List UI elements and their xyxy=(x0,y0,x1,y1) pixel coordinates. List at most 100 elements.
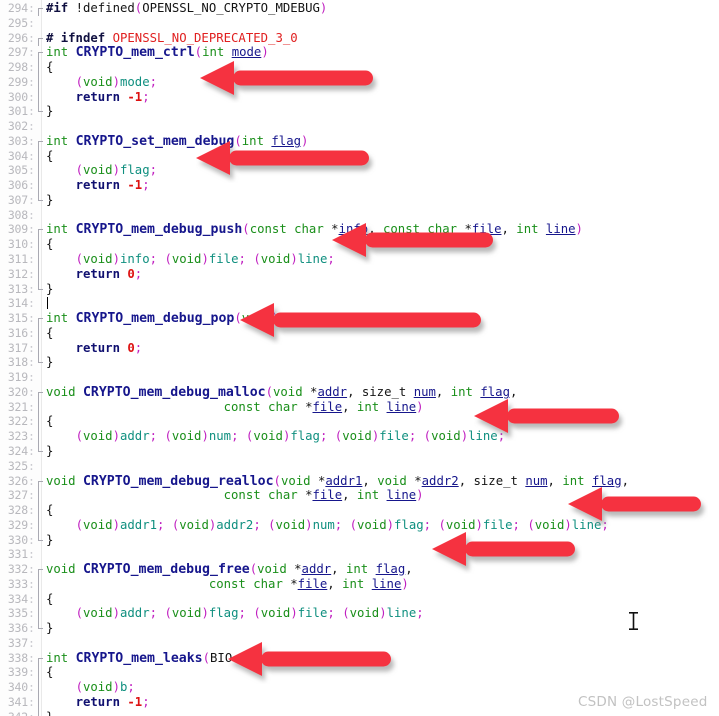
code-text[interactable]: { xyxy=(45,592,719,607)
code-text[interactable]: (void)addr1; (void)addr2; (void)num; (vo… xyxy=(45,518,719,533)
code-text[interactable]: void CRYPTO_mem_debug_malloc(void *addr,… xyxy=(45,385,719,401)
code-line[interactable]: 300: return -1; xyxy=(0,89,719,105)
code-line[interactable]: 337: xyxy=(0,636,719,651)
code-line[interactable]: 315: int CRYPTO_mem_debug_pop(void) xyxy=(0,311,719,327)
code-line[interactable]: 298: { xyxy=(0,60,719,76)
code-line[interactable]: 314: xyxy=(0,296,719,311)
code-line[interactable]: 319: xyxy=(0,370,719,385)
code-text[interactable]: const char *file, int line) xyxy=(45,400,719,415)
code-text[interactable]: { xyxy=(45,665,719,680)
code-text[interactable]: { xyxy=(45,414,719,429)
code-lines-container[interactable]: 294: #if !defined(OPENSSL_NO_CRYPTO_MDEBU… xyxy=(0,0,719,716)
code-text[interactable]: { xyxy=(45,237,719,252)
code-text[interactable]: } xyxy=(45,710,719,716)
code-line[interactable]: 332: void CRYPTO_mem_debug_free(void *add… xyxy=(0,562,719,578)
code-line[interactable]: 302: xyxy=(0,119,719,134)
code-line[interactable]: 297: int CRYPTO_mem_ctrl(int mode) xyxy=(0,45,719,61)
code-line[interactable]: 313:} xyxy=(0,281,719,297)
code-line[interactable]: 335: (void)addr; (void)flag; (void)file;… xyxy=(0,606,719,622)
code-line[interactable]: 310: { xyxy=(0,237,719,253)
code-line[interactable]: 334: { xyxy=(0,591,719,607)
code-line[interactable]: 301:} xyxy=(0,104,719,119)
code-text[interactable] xyxy=(45,296,719,311)
code-text[interactable]: int CRYPTO_mem_ctrl(int mode) xyxy=(45,45,719,61)
code-text[interactable]: #if !defined(OPENSSL_NO_CRYPTO_MDEBUG) xyxy=(45,1,719,16)
code-line[interactable]: 333: const char *file, int line) xyxy=(0,576,719,592)
code-text[interactable]: int CRYPTO_mem_leaks(BIO *b) xyxy=(45,651,719,667)
line-number: 318 xyxy=(7,355,28,370)
code-text[interactable]: } xyxy=(45,193,719,208)
code-line[interactable]: 317: return 0; xyxy=(0,340,719,356)
code-line[interactable]: 327: const char *file, int line) xyxy=(0,488,719,504)
code-text[interactable]: int CRYPTO_set_mem_debug(int flag) xyxy=(45,134,719,150)
code-line[interactable]: 321: const char *file, int line) xyxy=(0,399,719,415)
code-text[interactable]: return 0; xyxy=(45,341,719,356)
code-text[interactable]: void CRYPTO_mem_debug_free(void *addr, i… xyxy=(45,562,719,578)
code-line[interactable]: 340: (void)b; xyxy=(0,680,719,696)
code-text[interactable]: { xyxy=(45,503,719,518)
code-line[interactable]: 316: { xyxy=(0,325,719,341)
code-line[interactable]: 318:} xyxy=(0,355,719,370)
code-text[interactable]: (void)addr; (void)flag; (void)file; (voi… xyxy=(45,606,719,621)
token-type: void xyxy=(82,252,113,267)
code-text[interactable]: } xyxy=(45,533,719,548)
token-type: int xyxy=(202,45,225,60)
code-text[interactable]: } xyxy=(45,355,719,370)
code-line[interactable]: 324:} xyxy=(0,443,719,459)
code-line[interactable]: 323: (void)addr; (void)num; (void)flag; … xyxy=(0,429,719,445)
code-line[interactable]: 328: { xyxy=(0,503,719,519)
code-text[interactable]: (void)flag; xyxy=(45,163,719,178)
code-text[interactable]: return -1; xyxy=(45,178,719,193)
code-line[interactable]: 307:} xyxy=(0,192,719,208)
code-line[interactable]: 342:} xyxy=(0,709,719,716)
code-line[interactable]: 339: { xyxy=(0,665,719,681)
code-line[interactable]: 311: (void)info; (void)file; (void)line; xyxy=(0,252,719,268)
code-text[interactable]: int CRYPTO_mem_debug_push(const char *in… xyxy=(45,222,719,238)
code-line[interactable]: 338: int CRYPTO_mem_leaks(BIO *b) xyxy=(0,651,719,666)
code-line[interactable]: 296: # ifndef OPENSSL_NO_DEPRECATED_3_0 xyxy=(0,31,719,46)
code-line[interactable]: 303: int CRYPTO_set_mem_debug(int flag) xyxy=(0,134,719,149)
code-line[interactable]: 326: void CRYPTO_mem_debug_realloc(void *… xyxy=(0,474,719,489)
code-text[interactable]: (void)b; xyxy=(45,680,719,695)
code-line[interactable]: 331: xyxy=(0,547,719,562)
code-text[interactable]: { xyxy=(45,149,719,164)
token-num: -1 xyxy=(127,89,143,104)
code-text[interactable]: return 0; xyxy=(45,267,719,282)
code-line[interactable]: 308: xyxy=(0,208,719,223)
line-number: 309 xyxy=(7,222,28,237)
code-text[interactable]: int CRYPTO_mem_debug_pop(void) xyxy=(45,311,719,327)
code-text[interactable]: void CRYPTO_mem_debug_realloc(void *addr… xyxy=(45,474,719,490)
code-text[interactable]: } xyxy=(45,621,719,636)
code-line[interactable]: 306: return -1; xyxy=(0,178,719,194)
code-text[interactable]: (void)info; (void)file; (void)line; xyxy=(45,252,719,267)
code-text[interactable]: const char *file, int line) xyxy=(45,577,719,592)
code-line[interactable]: 329: (void)addr1; (void)addr2; (void)num… xyxy=(0,517,719,533)
token-type: void xyxy=(253,429,283,444)
code-line[interactable]: 325: xyxy=(0,459,719,474)
code-text[interactable]: const char *file, int line) xyxy=(45,488,719,503)
code-editor[interactable]: 294: #if !defined(OPENSSL_NO_CRYPTO_MDEBU… xyxy=(0,0,719,716)
code-line[interactable]: 309: int CRYPTO_mem_debug_push(const char… xyxy=(0,222,719,238)
code-line[interactable]: 330:} xyxy=(0,532,719,548)
code-text[interactable]: { xyxy=(45,60,719,75)
code-line[interactable]: 294: #if !defined(OPENSSL_NO_CRYPTO_MDEBU… xyxy=(0,1,719,16)
code-line[interactable]: 312: return 0; xyxy=(0,266,719,282)
code-text[interactable]: } xyxy=(45,104,719,119)
code-text[interactable]: { xyxy=(45,326,719,341)
code-line[interactable]: 304: { xyxy=(0,148,719,164)
code-text[interactable]: } xyxy=(45,282,719,297)
code-text[interactable]: # ifndef OPENSSL_NO_DEPRECATED_3_0 xyxy=(45,31,719,46)
code-text[interactable]: (void)addr; (void)num; (void)flag; (void… xyxy=(45,429,719,444)
token-punc: ; xyxy=(238,252,246,267)
code-line[interactable]: 336:} xyxy=(0,621,719,636)
code-text[interactable]: return -1; xyxy=(45,90,719,105)
code-text[interactable]: (void)mode; xyxy=(45,75,719,90)
code-line[interactable]: 305: (void)flag; xyxy=(0,163,719,179)
code-line[interactable]: 299: (void)mode; xyxy=(0,74,719,90)
code-line[interactable]: 322: { xyxy=(0,414,719,430)
code-text[interactable]: } xyxy=(45,444,719,459)
token-var: file xyxy=(297,606,328,621)
code-line[interactable]: 320: void CRYPTO_mem_debug_malloc(void *a… xyxy=(0,385,719,400)
code-line[interactable]: 295: xyxy=(0,16,719,31)
